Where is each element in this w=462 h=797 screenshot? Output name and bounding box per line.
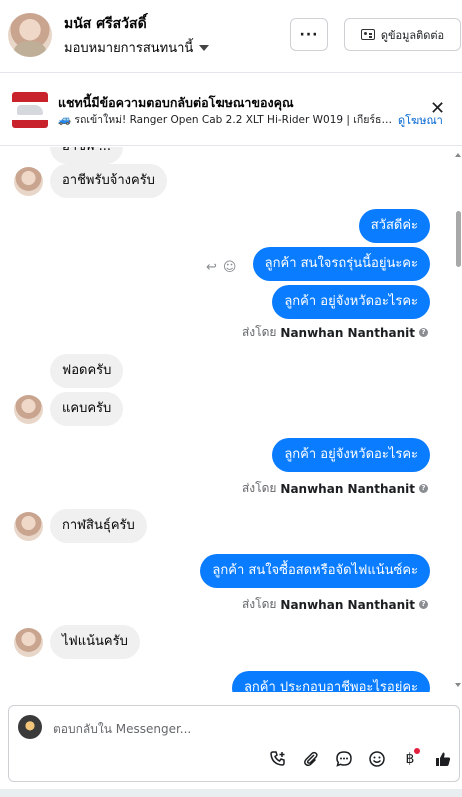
message-outgoing: ลูกค้า ประกอบอาชีพอะไรอยู่คะ: [231, 671, 430, 692]
message-incoming: อาชีพรับจ้างครับ: [50, 164, 167, 198]
saved-reply-icon[interactable]: [333, 748, 355, 770]
avatar: [14, 628, 43, 657]
ad-banner-subtitle: 🚙 รถเข้าใหม่! Ranger Open Cab 2.2 XLT Hi…: [58, 114, 392, 126]
message-incoming: อาชีพ ...: [50, 147, 124, 164]
reply-composer[interactable]: ตอบกลับใน Messenger... ฿: [8, 705, 460, 782]
message-outgoing: ลูกค้า สนใจซื้อสดหรือจัดไฟแน้นซ์คะ: [200, 554, 430, 588]
message-incoming: ฟอดครับ: [50, 354, 124, 388]
sent-by-prefix: ส่งโดย: [241, 481, 277, 495]
close-icon[interactable]: ✕: [430, 100, 445, 118]
view-contact-label: ดูข้อมูลติดต่อ: [380, 28, 445, 42]
avatar: [14, 167, 43, 196]
info-icon[interactable]: ?: [419, 484, 428, 493]
scroll-up-icon[interactable]: [455, 153, 461, 157]
composer-toolbar: ฿: [267, 748, 454, 770]
info-icon[interactable]: ?: [419, 600, 428, 609]
sender-name: Nanwhan Nanthanit: [280, 325, 415, 340]
sent-by-label: ส่งโดย Nanwhan Nanthanit ?: [242, 323, 428, 342]
contact-card-icon: [360, 29, 375, 40]
emoji-icon[interactable]: ☺: [223, 260, 237, 275]
page-avatar: [18, 715, 42, 739]
message-outgoing: สวัสดีค่ะ: [358, 209, 430, 243]
avatar: [14, 512, 43, 541]
ad-thumbnail: [12, 92, 48, 128]
assign-dropdown[interactable]: มอบหมายการสนทนานี้: [64, 37, 210, 58]
notification-dot: [414, 748, 420, 754]
info-icon[interactable]: ?: [419, 328, 428, 337]
reply-icon[interactable]: ↩: [206, 260, 217, 275]
avatar: [14, 395, 43, 424]
sent-by-label: ส่งโดย Nanwhan Nanthanit ?: [242, 595, 428, 614]
sender-name: Nanwhan Nanthanit: [280, 597, 415, 612]
scrollbar[interactable]: [454, 147, 462, 692]
conversation-header: มนัส ศรีสวัสดิ์ มอบหมายการสนทนานี้ ··· ด…: [0, 0, 462, 72]
call-add-icon[interactable]: [267, 748, 289, 770]
emoji-icon[interactable]: [366, 748, 388, 770]
scroll-down-icon[interactable]: [455, 683, 461, 687]
message-outgoing: ลูกค้า อยู่จังหวัดอะไรคะ: [272, 438, 430, 472]
message-incoming: กาฬสินธุ์ครับ: [50, 509, 147, 543]
bottom-strip: [0, 789, 462, 797]
sent-by-prefix: ส่งโดย: [241, 325, 277, 339]
contact-name[interactable]: มนัส ศรีสวัสดิ์: [64, 13, 147, 35]
sender-name: Nanwhan Nanthanit: [280, 481, 415, 496]
message-outgoing: ลูกค้า อยู่จังหวัดอะไรคะ: [272, 285, 430, 319]
message-actions: ↩ ☺: [206, 260, 236, 275]
caret-down-icon: [199, 44, 210, 51]
avatar[interactable]: [8, 13, 52, 57]
ad-reply-banner: แชทนี้มีข้อความตอบกลับต่อโฆษณาของคุณ 🚙 ร…: [0, 72, 462, 146]
assign-label: มอบหมายการสนทนานี้: [64, 41, 194, 56]
sent-by-prefix: ส่งโดย: [241, 597, 277, 611]
message-outgoing: ลูกค้า สนใจรถรุ่นนี้อยู่นะคะ: [252, 247, 430, 281]
thumbs-up-icon[interactable]: [432, 748, 454, 770]
scrollbar-thumb[interactable]: [456, 211, 461, 267]
baht-icon[interactable]: ฿: [399, 748, 421, 770]
more-options-button[interactable]: ···: [290, 18, 328, 51]
ad-banner-title: แชทนี้มีข้อความตอบกลับต่อโฆษณาของคุณ: [58, 95, 294, 110]
message-incoming: ไฟแน้นครับ: [50, 625, 140, 659]
attach-icon[interactable]: [300, 748, 322, 770]
reply-input[interactable]: ตอบกลับใน Messenger...: [53, 720, 191, 739]
message-thread[interactable]: อาชีพ ... อาชีพรับจ้างครับ สวัสดีค่ะ ↩ ☺…: [0, 147, 462, 692]
sent-by-label: ส่งโดย Nanwhan Nanthanit ?: [242, 479, 428, 498]
view-contact-button[interactable]: ดูข้อมูลติดต่อ: [344, 18, 461, 51]
message-incoming: แคบครับ: [50, 392, 124, 426]
